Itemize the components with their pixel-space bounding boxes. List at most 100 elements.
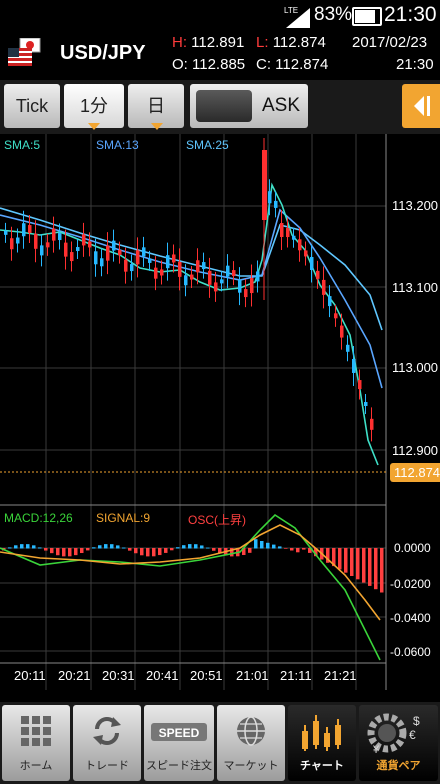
nav-chart[interactable]: チャート [288, 705, 356, 781]
candle-up [76, 247, 80, 252]
candle-down [28, 225, 32, 234]
nav-trade[interactable]: トレード [73, 705, 141, 781]
osc-bar-up [14, 545, 18, 549]
collapse-arrow-icon [414, 96, 430, 116]
osc-bar-up [32, 545, 36, 549]
candle-down [334, 313, 338, 319]
time-tick-label: 20:41 [146, 668, 179, 683]
osc-bar-down [134, 548, 138, 554]
nav-chart-label: チャート [300, 760, 344, 772]
nav-home[interactable]: ホーム [2, 705, 70, 781]
header-time: 21:30 [396, 56, 434, 73]
candle-up [352, 358, 356, 373]
time-tick-label: 21:21 [324, 668, 357, 683]
osc-bar-up [200, 545, 204, 549]
osc-bar-down [62, 548, 66, 557]
low-label: L: [256, 34, 269, 51]
osc-bar-down [74, 548, 78, 556]
time-tick-label: 21:01 [236, 668, 269, 683]
candle-up [310, 257, 314, 271]
tab-1min[interactable]: 1分 [64, 84, 124, 128]
osc-bar-down [44, 548, 48, 551]
osc-bar-up [8, 547, 12, 549]
candle-spike [262, 150, 267, 220]
price-tick-label: 113.200 [392, 198, 439, 213]
osc-bar-up [182, 545, 186, 549]
candle-down [160, 269, 164, 276]
osc-bar-down [248, 548, 252, 553]
price-chart[interactable] [0, 134, 440, 702]
svg-text:SPEED: SPEED [159, 726, 200, 740]
home-grid-icon [21, 716, 51, 746]
candle-down [370, 418, 374, 430]
price-tick-label: 112.900 [392, 443, 439, 458]
status-time: 21:30 [384, 3, 437, 26]
signal-line [0, 524, 381, 621]
ask-label: ASK [262, 95, 301, 116]
candle-down [64, 242, 68, 257]
osc-bar-down [368, 548, 372, 586]
time-tick-label: 21:11 [280, 668, 312, 683]
candle-down [82, 234, 86, 246]
nav-speed-label: スピード注文 [146, 760, 212, 772]
candle-up [94, 251, 98, 265]
svg-text:€: € [409, 728, 416, 742]
macd-tick-label: 0.0000 [394, 541, 431, 555]
osc-bar-down [380, 548, 384, 593]
panel-toggle-button[interactable] [402, 84, 440, 128]
macd-line [0, 513, 381, 661]
candle-down [88, 241, 92, 248]
candle-up [220, 279, 224, 284]
candle-down [340, 325, 344, 338]
candle-up [346, 344, 350, 352]
osc-bar-down [86, 548, 90, 551]
osc-bar-up [116, 545, 120, 549]
osc-label: OSC(上昇) [188, 513, 246, 527]
candle-down [10, 238, 14, 250]
ask-toggle-knob [196, 90, 252, 122]
nav-market[interactable]: マーケット [217, 705, 285, 781]
close-field: C: 112.874 [256, 56, 328, 73]
flag-icon[interactable] [6, 37, 42, 68]
nav-pairs-label: 通貨ペア [376, 760, 421, 772]
candle-up [4, 230, 8, 235]
price-tick-label: 113.000 [392, 360, 439, 375]
tab-day[interactable]: 日 [128, 84, 184, 128]
high-value: 112.891 [191, 34, 245, 51]
candle-up [112, 240, 116, 251]
ask-toggle[interactable]: ASK [190, 84, 308, 128]
tab-day-caret-icon [151, 123, 163, 130]
sma25-label: SMA:25 [186, 138, 229, 152]
osc-bar-up [272, 544, 276, 549]
osc-bar-down [356, 548, 360, 580]
high-field: H: 112.891 [172, 34, 244, 51]
nav-speed-order[interactable]: SPEED スピード注文 [144, 705, 214, 781]
signal-label: SIGNAL:9 [96, 511, 151, 525]
osc-bar-down [158, 548, 162, 556]
candle-down [304, 250, 308, 257]
sma5-label: SMA:5 [4, 138, 41, 152]
candle-down [124, 259, 128, 272]
nav-market-label: マーケット [223, 760, 279, 772]
currency-gear-icon: $ € ¥ [367, 713, 420, 755]
battery-percent: 83% [314, 4, 353, 25]
candle-down [358, 380, 362, 390]
osc-bar-up [26, 544, 30, 549]
candle-up [166, 255, 170, 269]
sma5-line [0, 182, 379, 466]
currency-pair[interactable]: USD/JPY [60, 42, 146, 65]
nav-currency-pairs[interactable]: $ € ¥ 通貨ペア [359, 705, 438, 781]
candle-down [322, 279, 326, 295]
candle-up [256, 271, 260, 282]
open-label: O: [172, 56, 188, 73]
signal-icon [286, 8, 310, 28]
candle-down [232, 270, 236, 277]
candle-up [274, 200, 278, 208]
candle-up [364, 402, 368, 407]
open-value: 112.885 [192, 56, 246, 73]
open-field: O: 112.885 [172, 56, 245, 73]
tab-tick[interactable]: Tick [4, 84, 60, 128]
candle-down [250, 278, 254, 294]
macd-tick-label: -0.0400 [390, 611, 431, 625]
candle-down [190, 274, 194, 280]
